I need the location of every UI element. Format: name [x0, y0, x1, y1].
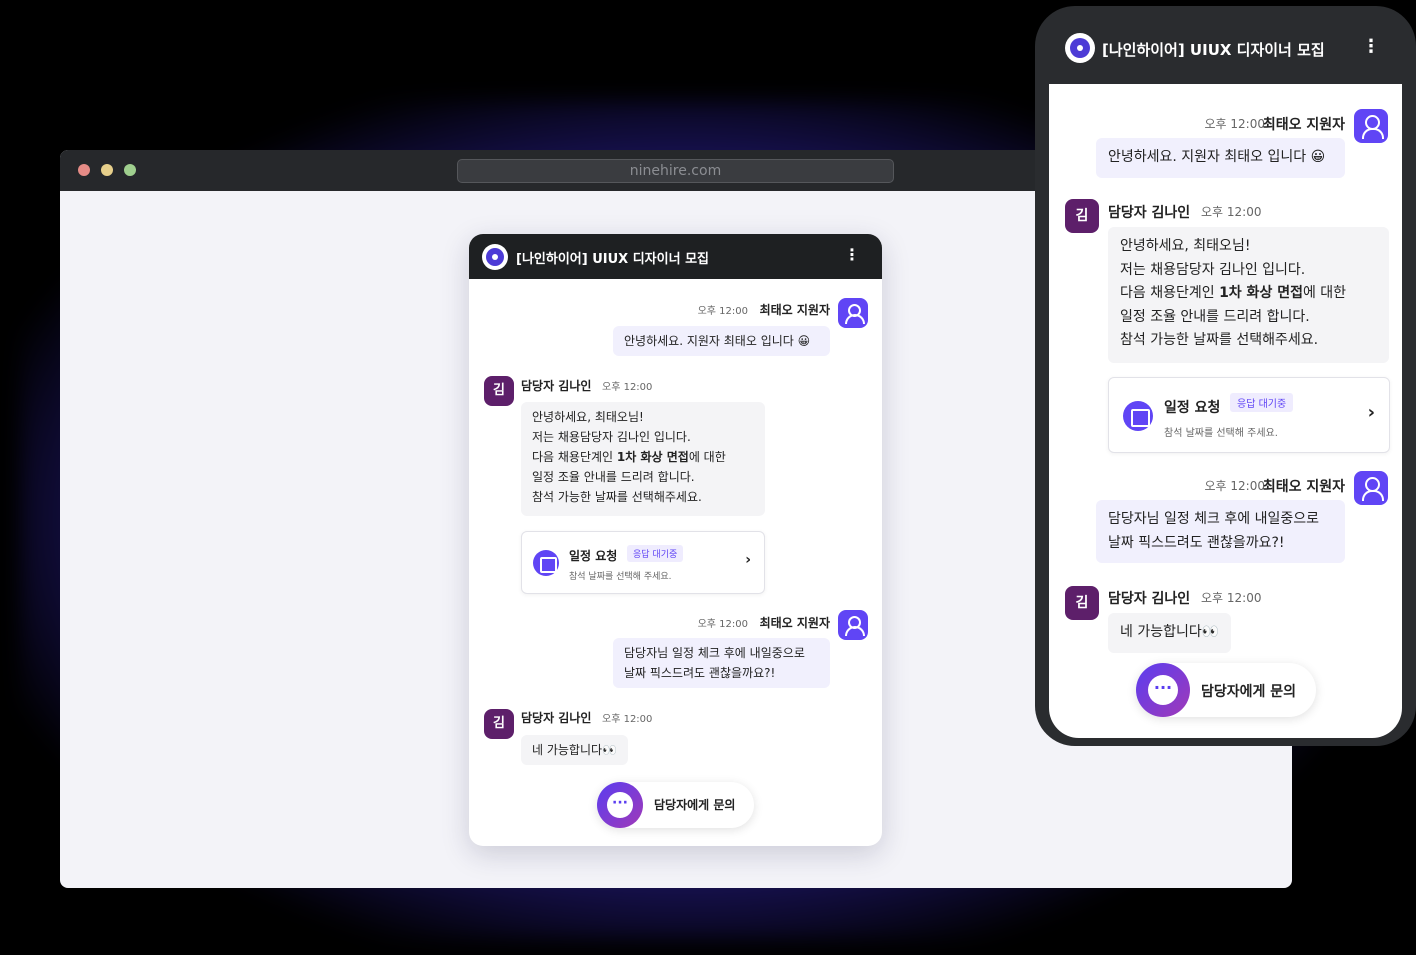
nine-hire-logo: [1065, 33, 1095, 63]
chat-widget: [나인하이어] UIUX 디자이너 모집 ⋮ 오후 12:00 최태오 지원자 …: [469, 234, 882, 846]
minimize-window-button[interactable]: [101, 164, 113, 176]
message-time: 오후 12:00: [602, 382, 653, 393]
applicant-avatar-icon: [838, 610, 868, 640]
manager-avatar: 김: [1065, 199, 1099, 233]
manager-avatar: 김: [1065, 586, 1099, 620]
message-bubble: 안녕하세요. 지원자 최태오 입니다 😀: [1096, 138, 1345, 178]
chat-title: [나인하이어] UIUX 디자이너 모집: [1102, 41, 1325, 59]
message-line: 날짜 픽스드려도 괜찮을까요?!: [624, 666, 776, 680]
sender-name: 담당자 김나인: [521, 379, 592, 393]
contact-manager-button[interactable]: 담당자에게 문의: [1136, 663, 1316, 717]
card-title: 일정 요청: [1164, 400, 1221, 416]
nine-hire-logo: [482, 244, 508, 270]
sender-name: 담당자 김나인: [1108, 205, 1191, 221]
message-line: 참석 가능한 날짜를 선택해주세요.: [1120, 332, 1319, 348]
sender-name: 최태오 지원자: [759, 303, 830, 317]
message-bubble: 담당자님 일정 체크 후에 내일중으로 날짜 픽스드려도 괜찮을까요?!: [1096, 500, 1345, 563]
message-time: 오후 12:00: [697, 306, 748, 317]
message-line: 일정 조율 안내를 드리려 합니다.: [1120, 308, 1310, 325]
message-bubble: 안녕하세요. 지원자 최태오 입니다 😀: [613, 326, 830, 356]
message-bubble: 네 가능합니다👀: [521, 735, 628, 765]
applicant-avatar-icon: [838, 298, 868, 328]
message-line: 날짜 픽스드려도 괜찮을까요?!: [1108, 534, 1285, 551]
message-line: 일정 조율 안내를 드리려 합니다.: [532, 470, 695, 484]
maximize-window-button[interactable]: [124, 164, 136, 176]
kebab-menu-icon[interactable]: ⋮: [844, 245, 860, 264]
close-window-button[interactable]: [78, 164, 90, 176]
chat-bubble-icon: [1136, 663, 1190, 717]
card-subtitle: 참석 날짜를 선택해 주세요.: [1164, 428, 1278, 439]
contact-manager-button[interactable]: 담당자에게 문의: [597, 782, 754, 828]
status-badge: 응답 대기중: [627, 545, 684, 562]
message-line: 안녕하세요, 최태오님!: [1120, 238, 1251, 254]
message-time: 오후 12:00: [1204, 479, 1265, 493]
contact-button-label: 담당자에게 문의: [654, 798, 736, 812]
message-line: 담당자님 일정 체크 후에 내일중으로: [624, 646, 805, 660]
sender-name: 최태오 지원자: [1262, 479, 1345, 495]
calendar-icon: [533, 550, 559, 576]
status-badge: 응답 대기중: [1230, 393, 1294, 412]
chevron-right-icon: ›: [1367, 402, 1375, 423]
message-time: 오후 12:00: [602, 714, 653, 725]
chat-bubble-icon: [597, 782, 643, 828]
message-time: 오후 12:00: [1201, 591, 1262, 605]
message-line: 다음 채용단계인 1차 화상 면접에 대한: [532, 450, 726, 464]
card-title: 일정 요청: [569, 549, 618, 563]
chevron-right-icon: ›: [745, 552, 751, 568]
mobile-device: [나인하이어] UIUX 디자이너 모집 ⋮ 오후 12:00 최태오 지원자 …: [1035, 6, 1416, 746]
schedule-request-card[interactable]: 일정 요청 응답 대기중 참석 날짜를 선택해 주세요. ›: [521, 531, 765, 594]
applicant-avatar-icon: [1354, 109, 1388, 143]
message-time: 오후 12:00: [1201, 205, 1262, 219]
manager-avatar: 김: [484, 376, 514, 406]
message-line: 참석 가능한 날짜를 선택해주세요.: [532, 490, 702, 504]
sender-name: 담당자 김나인: [521, 711, 592, 725]
calendar-icon: [1123, 401, 1153, 431]
message-line: 다음 채용단계인 1차 화상 면접에 대한: [1120, 285, 1347, 301]
chat-title: [나인하이어] UIUX 디자이너 모집: [516, 252, 709, 267]
sender-name: 최태오 지원자: [759, 616, 830, 630]
sender-name: 담당자 김나인: [1108, 591, 1191, 607]
message-bubble: 네 가능합니다👀: [1108, 613, 1232, 653]
message-bubble: 안녕하세요, 최태오님! 저는 채용담당자 김나인 입니다. 다음 채용단계인 …: [1108, 227, 1389, 363]
sender-name: 최태오 지원자: [1262, 117, 1345, 133]
card-subtitle: 참석 날짜를 선택해 주세요.: [569, 572, 672, 582]
message-bubble: 안녕하세요, 최태오님! 저는 채용담당자 김나인 입니다. 다음 채용단계인 …: [521, 402, 765, 516]
mobile-chat-screen: 오후 12:00 최태오 지원자 안녕하세요. 지원자 최태오 입니다 😀 김 …: [1049, 84, 1402, 738]
message-line: 저는 채용담당자 김나인 입니다.: [1120, 261, 1306, 278]
message-bubble: 담당자님 일정 체크 후에 내일중으로 날짜 픽스드려도 괜찮을까요?!: [613, 638, 830, 688]
message-time: 오후 12:00: [697, 619, 748, 630]
message-time: 오후 12:00: [1204, 117, 1265, 131]
message-line: 안녕하세요, 최태오님!: [532, 410, 644, 424]
message-line: 담당자님 일정 체크 후에 내일중으로: [1108, 511, 1319, 527]
kebab-menu-icon[interactable]: ⋮: [1362, 36, 1380, 57]
chat-header: [나인하이어] UIUX 디자이너 모집 ⋮: [469, 234, 882, 279]
address-bar[interactable]: ninehire.com: [457, 159, 894, 183]
applicant-avatar-icon: [1354, 471, 1388, 505]
contact-button-label: 담당자에게 문의: [1201, 684, 1297, 700]
message-line: 저는 채용담당자 김나인 입니다.: [532, 430, 691, 444]
schedule-request-card[interactable]: 일정 요청 응답 대기중 참석 날짜를 선택해 주세요. ›: [1108, 377, 1390, 453]
manager-avatar: 김: [484, 709, 514, 739]
